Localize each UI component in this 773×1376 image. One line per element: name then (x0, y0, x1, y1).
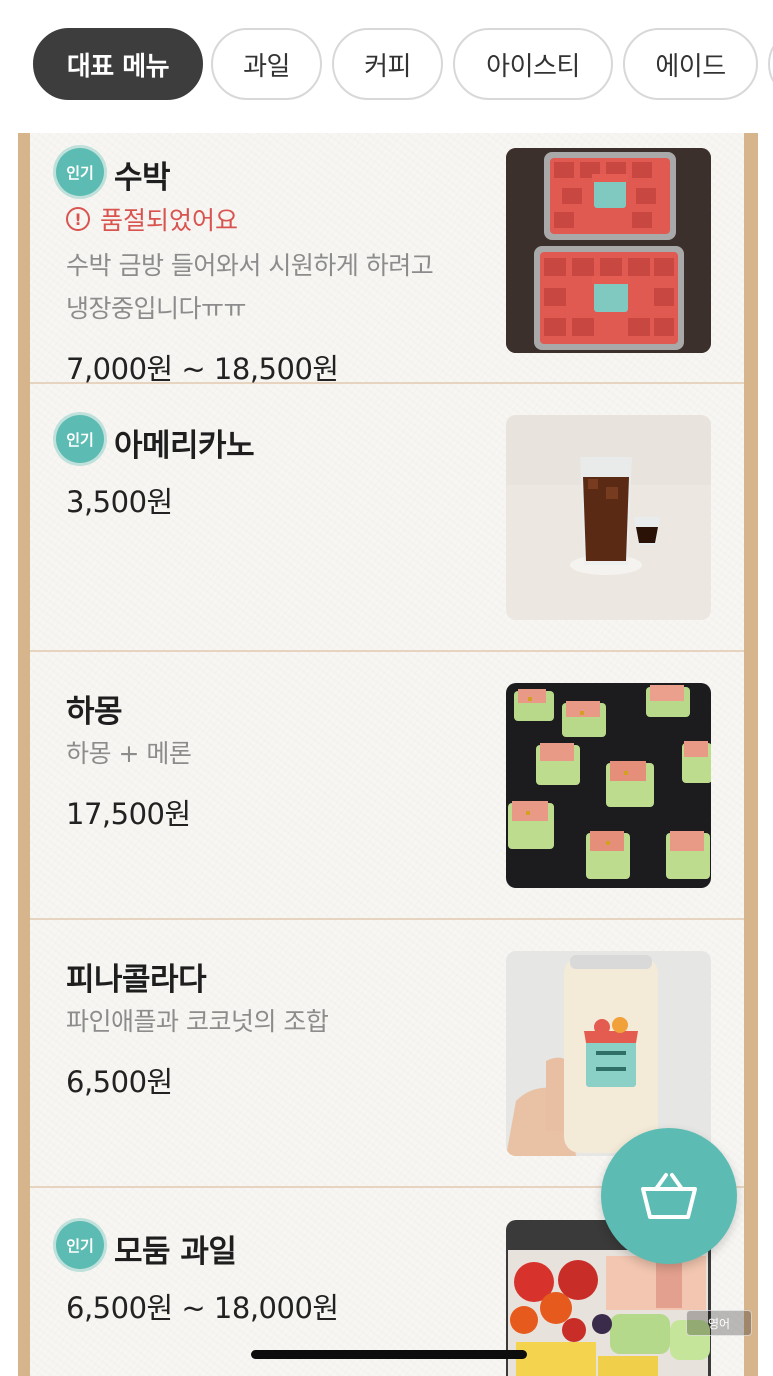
popular-badge: 인기 (56, 1221, 104, 1269)
menu-item-name: 아메리카노 (114, 428, 255, 464)
description-line: 냉장중입니다ㅠㅠ (66, 294, 247, 323)
americano-image (506, 415, 711, 620)
tab-more-partial[interactable] (768, 28, 773, 100)
menu-item-description: 수박 금방 들어와서 시원하게 하려고 냉장중입니다ㅠㅠ (66, 244, 486, 330)
menu-item-description: 하몽 + 메론 (66, 732, 486, 775)
menu-item-name: 피나콜라다 (66, 962, 207, 998)
basket-icon (641, 1173, 697, 1219)
description-line: 파인애플과 코코넛의 조합 (66, 1007, 329, 1036)
watermelon-photo (506, 148, 711, 353)
tab-ade[interactable]: 에이드 (623, 28, 758, 100)
soldout-status: ! 품절되었어요 (66, 201, 238, 237)
jamon-melon-image (506, 683, 711, 888)
home-indicator[interactable] (251, 1350, 527, 1359)
soldout-label: 품절되었어요 (100, 206, 239, 235)
menu-item-price: 6,500원 ~ 18,000원 (66, 1291, 339, 1325)
menu-item-americano[interactable]: 인기 아메리카노 3,500원 (30, 384, 744, 652)
alert-icon: ! (66, 207, 90, 231)
menu-item-description: 파인애플과 코코넛의 조합 (66, 1000, 486, 1043)
tab-coffee[interactable]: 커피 (332, 28, 443, 100)
tab-fruit[interactable]: 과일 (211, 28, 322, 100)
description-line: 수박 금방 들어와서 시원하게 하려고 (66, 251, 434, 280)
menu-item-watermelon[interactable]: 인기 수박 ! 품절되었어요 수박 금방 들어와서 시원하게 하려고 냉장중입니… (30, 133, 744, 386)
pinacolada-photo (506, 951, 711, 1156)
watermelon-image (506, 148, 711, 353)
menu-item-jamon[interactable]: 하몽 하몽 + 메론 17,500원 (30, 652, 744, 920)
pinacolada-image (506, 951, 711, 1156)
menu-item-name: 하몽 (66, 694, 123, 730)
category-tab-bar: 대표 메뉴 과일 커피 아이스티 에이드 (0, 0, 773, 130)
tab-iced-tea[interactable]: 아이스티 (453, 28, 613, 100)
jamon-melon-photo (506, 683, 711, 888)
description-line: 하몽 + 메론 (66, 739, 192, 768)
cart-button[interactable] (601, 1128, 737, 1264)
popular-badge: 인기 (56, 415, 104, 463)
menu-item-name: 모둠 과일 (114, 1234, 237, 1270)
menu-item-price: 3,500원 (66, 485, 173, 519)
menu-item-price: 7,000원 ~ 18,500원 (66, 352, 339, 386)
menu-item-price: 6,500원 (66, 1065, 173, 1099)
menu-item-name: 수박 (114, 160, 171, 196)
menu-item-price: 17,500원 (66, 797, 191, 831)
corner-overlay-text: 영어 (686, 1310, 752, 1336)
tab-representative-menu[interactable]: 대표 메뉴 (33, 28, 203, 100)
popular-badge: 인기 (56, 148, 104, 196)
americano-photo (506, 415, 711, 620)
